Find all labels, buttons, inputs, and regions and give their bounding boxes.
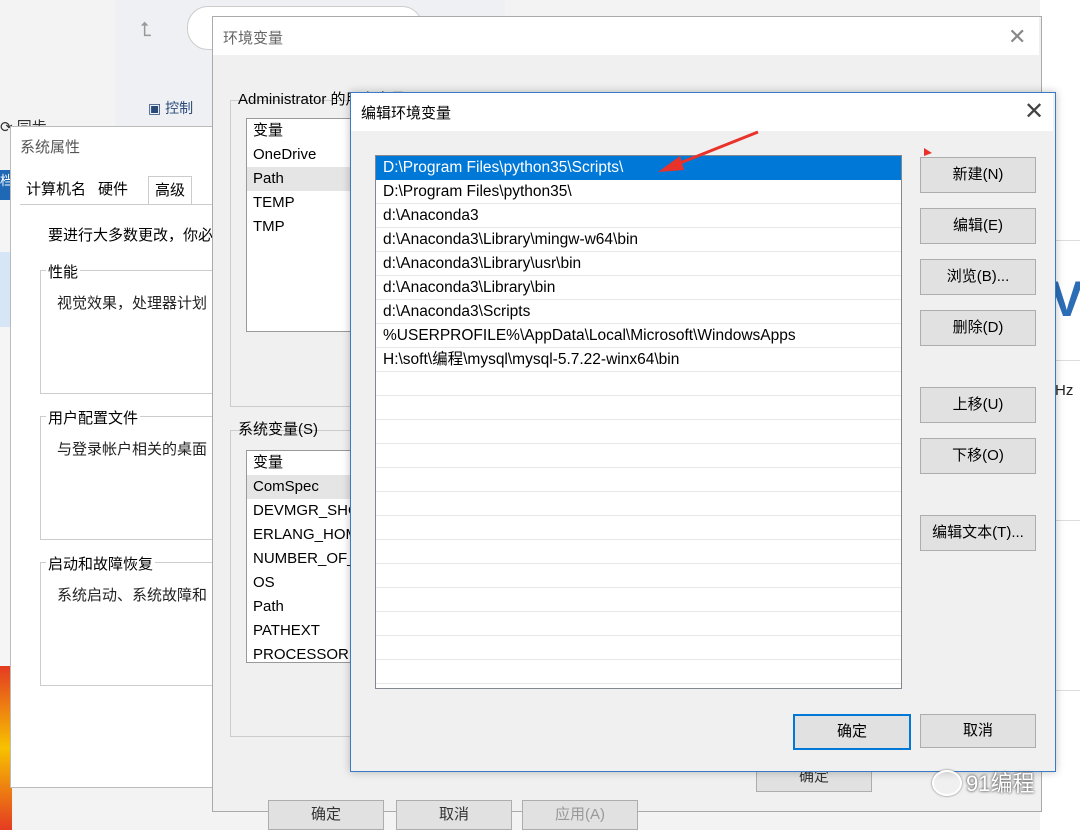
edit-text-button[interactable]: 编辑文本(T)... bbox=[920, 515, 1036, 551]
up-arrow-icon[interactable]: ⮤ bbox=[140, 18, 164, 42]
startup-recovery-group bbox=[40, 562, 217, 686]
env-ok-button[interactable]: 确定 bbox=[268, 800, 384, 830]
list-item[interactable]: NUMBER_OF_ bbox=[247, 547, 357, 571]
empty-row[interactable] bbox=[376, 372, 901, 396]
move-up-button[interactable]: 上移(U) bbox=[920, 387, 1036, 423]
list-item[interactable]: TEMP bbox=[247, 191, 357, 215]
user-profiles-label: 用户配置文件 bbox=[46, 407, 141, 428]
close-icon[interactable]: ✕ bbox=[1008, 24, 1026, 50]
user-variables-list[interactable]: 变量 OneDrive Path TEMP TMP bbox=[246, 118, 358, 332]
system-properties-title: 系统属性 bbox=[20, 139, 81, 156]
empty-row[interactable] bbox=[376, 468, 901, 492]
path-entry[interactable]: d:\Anaconda3\Library\mingw-w64\bin bbox=[376, 228, 901, 252]
list-item[interactable]: PATHEXT bbox=[247, 619, 357, 643]
path-entry[interactable]: d:\Anaconda3 bbox=[376, 204, 901, 228]
control-panel-link[interactable]: ▣ 控制 bbox=[148, 98, 218, 122]
tab-hardware[interactable]: 硬件 bbox=[92, 176, 134, 203]
ok-button[interactable]: 确定 bbox=[793, 714, 911, 750]
edit-dialog-title: 编辑环境变量 bbox=[361, 105, 452, 122]
empty-row[interactable] bbox=[376, 660, 901, 684]
path-entry[interactable]: H:\soft\编程\mysql\mysql-5.7.22-winx64\bin bbox=[376, 348, 901, 372]
system-variables-list[interactable]: 变量 ComSpec DEVMGR_SHOW ERLANG_HOME NUMBE… bbox=[246, 450, 358, 663]
empty-row[interactable] bbox=[376, 612, 901, 636]
user-profiles-group bbox=[40, 416, 217, 540]
system-variables-label: 系统变量(S) bbox=[238, 421, 318, 438]
cancel-button[interactable]: 取消 bbox=[920, 714, 1036, 748]
path-entries-list[interactable]: D:\Program Files\python35\Scripts\ D:\Pr… bbox=[375, 155, 902, 689]
list-item[interactable]: DEVMGR_SHOW bbox=[247, 499, 357, 523]
watermark-text: 91编程 bbox=[966, 771, 1035, 796]
tab-computer-name[interactable]: 计算机名 bbox=[20, 176, 92, 203]
empty-row[interactable] bbox=[376, 588, 901, 612]
env-apply-button[interactable]: 应用(A) bbox=[522, 800, 638, 830]
list-header[interactable]: 变量 bbox=[247, 119, 357, 143]
path-entry[interactable]: d:\Anaconda3\Scripts bbox=[376, 300, 901, 324]
wechat-icon bbox=[932, 770, 962, 796]
path-entry[interactable]: %USERPROFILE%\AppData\Local\Microsoft\Wi… bbox=[376, 324, 901, 348]
move-down-button[interactable]: 下移(O) bbox=[920, 438, 1036, 474]
performance-group bbox=[40, 270, 217, 394]
browse-button[interactable]: 浏览(B)... bbox=[920, 259, 1036, 295]
close-icon[interactable]: ✕ bbox=[1024, 97, 1044, 126]
environment-variables-title: 环境变量 bbox=[223, 30, 284, 47]
list-item[interactable]: TMP bbox=[247, 215, 357, 239]
control-panel-icon: ▣ bbox=[148, 100, 162, 116]
empty-row[interactable] bbox=[376, 420, 901, 444]
list-item[interactable]: OS bbox=[247, 571, 357, 595]
performance-label: 性能 bbox=[46, 261, 81, 282]
path-entry[interactable]: d:\Anaconda3\Library\usr\bin bbox=[376, 252, 901, 276]
delete-button[interactable]: 删除(D) bbox=[920, 310, 1036, 346]
empty-row[interactable] bbox=[376, 444, 901, 468]
left-selected-item bbox=[0, 252, 10, 327]
env-cancel-button[interactable]: 取消 bbox=[396, 800, 512, 830]
control-panel-label: 控制 bbox=[165, 100, 194, 116]
left-tab[interactable]: 档 bbox=[0, 170, 13, 200]
tab-advanced[interactable]: 高级 bbox=[148, 176, 193, 204]
empty-row[interactable] bbox=[376, 396, 901, 420]
list-item[interactable]: OneDrive bbox=[247, 143, 357, 167]
list-item[interactable]: ComSpec bbox=[247, 475, 357, 499]
background-hz-text: Hz bbox=[1055, 382, 1074, 399]
environment-variables-titlebar bbox=[213, 17, 1039, 55]
empty-row[interactable] bbox=[376, 636, 901, 660]
list-item[interactable]: Path bbox=[247, 595, 357, 619]
empty-row[interactable] bbox=[376, 492, 901, 516]
performance-text: 视觉效果，处理器计划 bbox=[57, 295, 208, 312]
user-profiles-text: 与登录帐户相关的桌面 bbox=[57, 441, 208, 458]
path-entry[interactable]: D:\Program Files\python35\ bbox=[376, 180, 901, 204]
startup-recovery-text: 系统启动、系统故障和 bbox=[57, 587, 208, 604]
edit-button[interactable]: 编辑(E) bbox=[920, 208, 1036, 244]
empty-row[interactable] bbox=[376, 540, 901, 564]
annotation-arrow-icon bbox=[658, 130, 932, 172]
list-item[interactable]: Path bbox=[247, 167, 357, 191]
list-item[interactable]: ERLANG_HOME bbox=[247, 523, 357, 547]
system-properties-note: 要进行大多数更改，你必 bbox=[48, 227, 214, 244]
empty-row[interactable] bbox=[376, 564, 901, 588]
list-header[interactable]: 变量 bbox=[247, 451, 357, 475]
empty-row[interactable] bbox=[376, 516, 901, 540]
startup-recovery-label: 启动和故障恢复 bbox=[46, 553, 156, 574]
path-entry[interactable]: d:\Anaconda3\Library\bin bbox=[376, 276, 901, 300]
list-item[interactable]: PROCESSOR bbox=[247, 643, 357, 662]
